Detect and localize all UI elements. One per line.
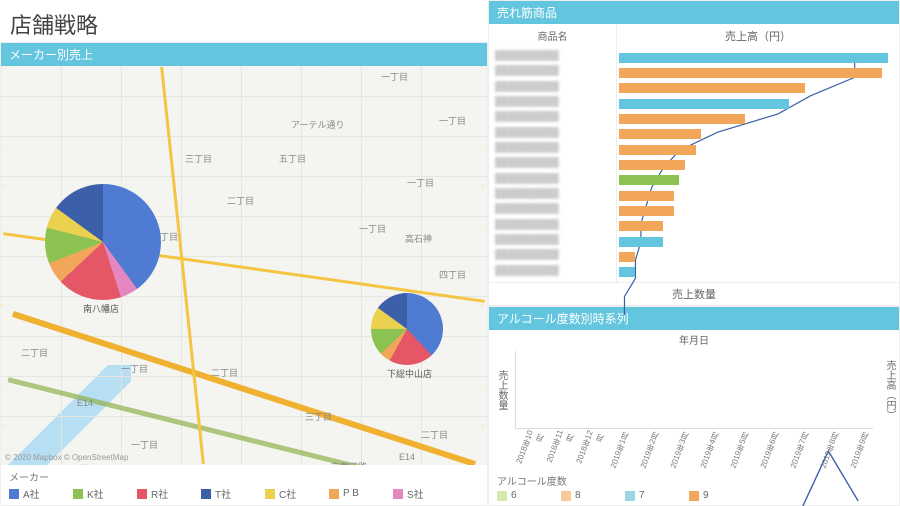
hot-qty-label: 売上数量	[489, 282, 899, 305]
map-place-label: 高石神	[405, 232, 432, 245]
map-place-label: 三丁目	[305, 410, 332, 423]
alc-top-label: 年月日	[511, 330, 877, 349]
map-place-label: アーテル通り	[291, 118, 344, 131]
legend-item[interactable]: 6	[497, 490, 545, 501]
map-place-label: 一丁目	[381, 70, 408, 83]
maker-legend-title: メーカー	[9, 469, 479, 484]
map-place-label: 二丁目	[21, 346, 48, 359]
legend-item[interactable]: K社	[73, 486, 121, 501]
map-panel: メーカー別売上 一丁目一丁目アーテル通り三丁目五丁目一丁目二丁目五丁目四丁目一丁…	[0, 42, 488, 506]
legend-item[interactable]: C社	[265, 486, 313, 501]
hot-bar-row[interactable]	[619, 65, 893, 80]
hot-panel-header: 売れ筋商品	[489, 1, 899, 24]
alcohol-panel: アルコール度数別時系列 年月日 売上数量 売上高（円） 2018年10月2018…	[488, 306, 900, 506]
alc-xaxis: 2018年10月2018年11月2018年12月2019年1月2019年2月20…	[511, 431, 877, 471]
hot-bar-row[interactable]	[619, 173, 893, 188]
map-place-label: 一丁目	[131, 438, 158, 451]
map-place-label: 二丁目	[227, 194, 254, 207]
hot-bar-row[interactable]	[619, 234, 893, 249]
map-panel-header: メーカー別売上	[1, 43, 487, 66]
hot-sales-chart[interactable]	[617, 48, 899, 282]
alc-right-label: 売上高（円）	[877, 349, 899, 431]
hot-bar-row[interactable]	[619, 203, 893, 218]
map-place-label: 五丁目	[279, 152, 306, 165]
hot-bar-row[interactable]	[619, 157, 893, 172]
alc-chart[interactable]	[515, 351, 873, 429]
store-pie-label: 下総中山店	[387, 367, 432, 380]
legend-item[interactable]: A社	[9, 486, 57, 501]
map-road	[160, 67, 205, 464]
store-pie-label: 南八幡店	[83, 302, 119, 315]
map-place-label: E14	[399, 452, 415, 462]
dashboard: 店舗戦略 メーカー別売上 一丁目一丁目アーテル通り三丁目五丁目一丁目二丁目五丁目…	[0, 0, 900, 506]
map-place-label: 三丁目	[61, 462, 88, 465]
store-pie[interactable]	[45, 184, 161, 300]
legend-item[interactable]: 7	[625, 490, 673, 501]
alc-panel-header: アルコール度数別時系列	[489, 307, 899, 330]
hot-selling-panel: 売れ筋商品 商品名 売上高（円） ███████████████████████…	[488, 0, 900, 306]
map-place-label: 一丁目	[407, 176, 434, 189]
hot-bar-row[interactable]	[619, 188, 893, 203]
legend-item[interactable]: P B	[329, 486, 377, 501]
alc-legend-title: アルコール度数	[497, 473, 891, 488]
map[interactable]: 一丁目一丁目アーテル通り三丁目五丁目一丁目二丁目五丁目四丁目一丁目高石神四丁目二…	[1, 66, 487, 465]
hot-col-sales: 売上高（円）	[617, 24, 899, 48]
legend-item[interactable]: T社	[201, 486, 249, 501]
map-place-label: E14	[77, 398, 93, 408]
alc-legend: アルコール度数 6 8 7 9	[489, 471, 899, 505]
hot-bar-row[interactable]	[619, 111, 893, 126]
legend-item[interactable]: 9	[689, 490, 737, 501]
map-place-label: 二丁目	[211, 366, 238, 379]
page-title: 店舗戦略	[0, 0, 488, 42]
legend-item[interactable]: R社	[137, 486, 185, 501]
map-place-label: 四丁目	[439, 268, 466, 281]
hot-bar-row[interactable]	[619, 265, 893, 280]
map-place-label: 一丁目	[439, 114, 466, 127]
hot-col-product-name: 商品名	[489, 24, 617, 48]
hot-bar-row[interactable]	[619, 50, 893, 65]
hot-bar-row[interactable]	[619, 249, 893, 264]
map-place-label: 一丁目	[121, 362, 148, 375]
hot-bar-row[interactable]	[619, 142, 893, 157]
hot-bar-row[interactable]	[619, 219, 893, 234]
hot-bar-row[interactable]	[619, 127, 893, 142]
alc-xaxis-tick: 2019年9月	[838, 427, 880, 475]
map-attribution: © 2020 Mapbox © OpenStreetMap	[5, 453, 128, 462]
legend-item[interactable]: 8	[561, 490, 609, 501]
maker-legend: メーカー A社 K社 R社 T社 C社 P B S社	[1, 465, 487, 505]
map-place-label: 一丁目	[359, 222, 386, 235]
hot-bar-row[interactable]	[619, 81, 893, 96]
map-place-label: 京葉道路	[331, 460, 367, 465]
map-place-label: 二丁目	[421, 428, 448, 441]
legend-item[interactable]: S社	[393, 486, 441, 501]
map-place-label: 三丁目	[185, 152, 212, 165]
hot-product-names: ████████████████████████████████████████…	[489, 48, 617, 282]
hot-bar-row[interactable]	[619, 96, 893, 111]
store-pie[interactable]	[371, 293, 443, 365]
alc-left-label: 売上数量	[489, 349, 511, 431]
